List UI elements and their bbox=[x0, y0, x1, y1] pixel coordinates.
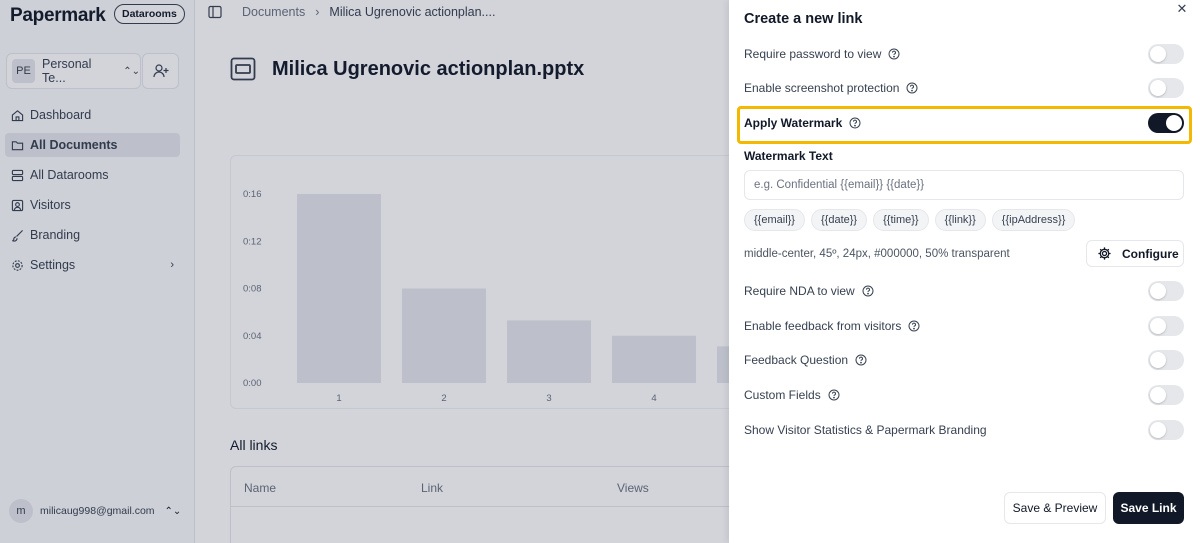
feedback-question-toggle[interactable] bbox=[1148, 350, 1184, 370]
option-enable-feedback: Enable feedback from visitors bbox=[744, 315, 1184, 337]
help-icon[interactable] bbox=[906, 82, 918, 94]
option-label: Require password to view bbox=[744, 47, 882, 61]
save-link-button[interactable]: Save Link bbox=[1113, 492, 1184, 524]
toggle-knob bbox=[1166, 115, 1182, 131]
toggle-knob bbox=[1150, 283, 1166, 299]
chip-link[interactable]: {{link}} bbox=[934, 209, 986, 231]
option-label: Show Visitor Statistics & Papermark Bran… bbox=[744, 423, 987, 437]
help-icon[interactable] bbox=[888, 48, 900, 60]
drawer-title: Create a new link bbox=[744, 11, 863, 27]
modal-overlay[interactable] bbox=[0, 0, 729, 543]
watermark-variable-chips: {{email}} {{date}} {{time}} {{link}} {{i… bbox=[744, 209, 1081, 231]
gear-icon bbox=[1097, 246, 1112, 261]
option-screenshot-protection: Enable screenshot protection bbox=[744, 77, 1184, 99]
close-button[interactable]: ✕ bbox=[1175, 1, 1189, 16]
option-apply-watermark: Apply Watermark bbox=[744, 112, 1184, 134]
option-label: Require NDA to view bbox=[744, 284, 855, 298]
toggle-knob bbox=[1150, 352, 1166, 368]
custom-fields-toggle[interactable] bbox=[1148, 385, 1184, 405]
chip-email[interactable]: {{email}} bbox=[744, 209, 805, 231]
chip-time[interactable]: {{time}} bbox=[873, 209, 929, 231]
configure-label: Configure bbox=[1122, 246, 1179, 261]
create-link-drawer: Create a new link ✕ Require password to … bbox=[729, 0, 1200, 543]
screenshot-protection-toggle[interactable] bbox=[1148, 78, 1184, 98]
option-custom-fields: Custom Fields bbox=[744, 384, 1184, 406]
require-password-toggle[interactable] bbox=[1148, 44, 1184, 64]
chip-date[interactable]: {{date}} bbox=[810, 209, 868, 231]
require-nda-toggle[interactable] bbox=[1148, 281, 1184, 301]
close-icon: ✕ bbox=[1176, 1, 1188, 16]
option-label: Enable screenshot protection bbox=[744, 81, 900, 95]
toggle-knob bbox=[1150, 80, 1166, 96]
toggle-knob bbox=[1150, 46, 1166, 62]
save-preview-button[interactable]: Save & Preview bbox=[1004, 492, 1106, 524]
option-require-nda: Require NDA to view bbox=[744, 280, 1184, 302]
toggle-knob bbox=[1150, 318, 1166, 334]
help-icon[interactable] bbox=[855, 354, 867, 366]
chip-ip-address[interactable]: {{ipAddress}} bbox=[991, 209, 1076, 231]
help-icon[interactable] bbox=[862, 285, 874, 297]
watermark-text-input[interactable] bbox=[744, 170, 1184, 200]
toggle-knob bbox=[1150, 387, 1166, 403]
option-visitor-statistics-branding: Show Visitor Statistics & Papermark Bran… bbox=[744, 419, 1184, 441]
help-icon[interactable] bbox=[849, 117, 861, 129]
apply-watermark-toggle[interactable] bbox=[1148, 113, 1184, 133]
option-label: Feedback Question bbox=[744, 353, 849, 367]
configure-watermark-button[interactable]: Configure bbox=[1086, 240, 1184, 267]
option-feedback-question: Feedback Question bbox=[744, 349, 1184, 371]
option-require-password: Require password to view bbox=[744, 43, 1184, 65]
watermark-settings-summary: middle-center, 45º, 24px, #000000, 50% t… bbox=[744, 248, 1010, 260]
help-icon[interactable] bbox=[908, 320, 920, 332]
option-label: Enable feedback from visitors bbox=[744, 319, 902, 333]
enable-feedback-toggle[interactable] bbox=[1148, 316, 1184, 336]
option-label: Apply Watermark bbox=[744, 116, 843, 130]
option-label: Custom Fields bbox=[744, 388, 821, 402]
toggle-knob bbox=[1150, 422, 1166, 438]
help-icon[interactable] bbox=[828, 389, 840, 401]
visitor-statistics-toggle[interactable] bbox=[1148, 420, 1184, 440]
watermark-text-label: Watermark Text bbox=[744, 149, 833, 163]
